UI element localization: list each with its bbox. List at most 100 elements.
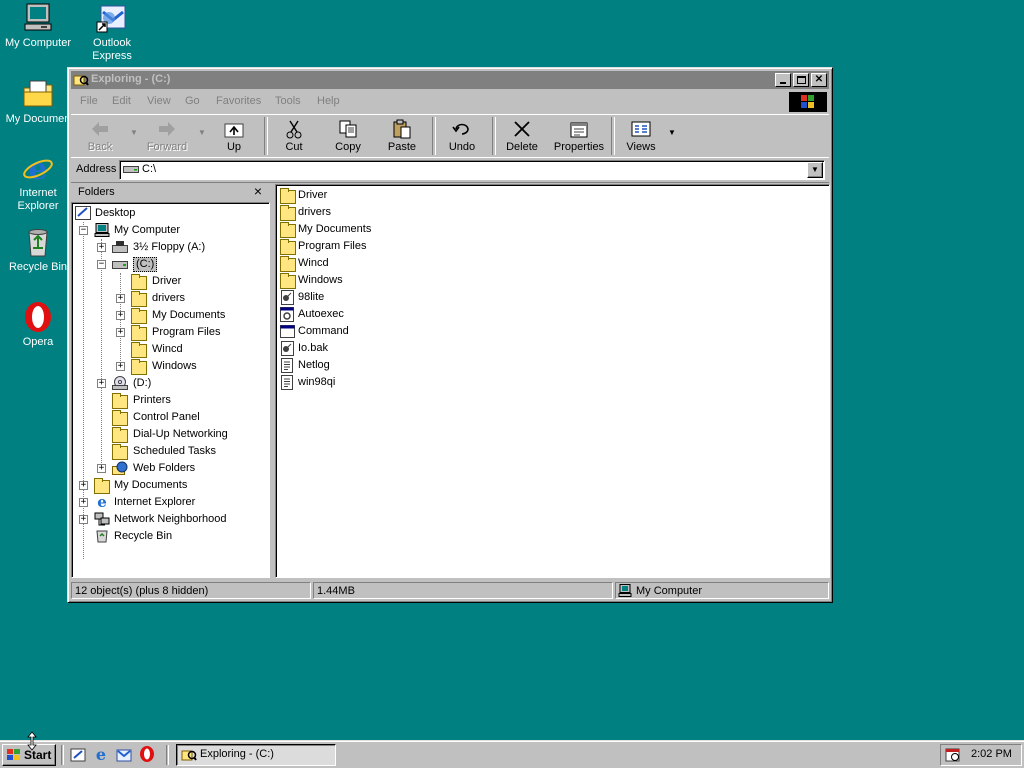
- folders-pane-close-button[interactable]: ×: [254, 183, 262, 199]
- opera-icon[interactable]: [139, 746, 155, 762]
- desktop-icon-internet-explorer[interactable]: e Internet Explorer: [0, 152, 76, 213]
- delete-button[interactable]: Delete: [495, 117, 549, 155]
- copy-button[interactable]: Copy: [321, 117, 375, 155]
- folder-icon: [131, 359, 147, 375]
- menu-favorites[interactable]: Favorites: [216, 95, 261, 107]
- views-dropdown-icon[interactable]: ▼: [668, 128, 676, 137]
- desktop-icon-label-line2: Explorer: [17, 200, 59, 212]
- properties-icon: [568, 119, 590, 139]
- status-bar: 12 object(s) (plus 8 hidden) 1.44MB My C…: [71, 581, 829, 599]
- back-label: Back: [87, 141, 113, 153]
- status-location: My Computer: [615, 582, 829, 599]
- tree-label: Control Panel: [133, 411, 200, 423]
- up-label: Up: [226, 141, 242, 153]
- back-dropdown-icon[interactable]: ▼: [130, 128, 138, 137]
- file-name: My Documents: [298, 223, 372, 235]
- tree-label: My Documents: [114, 479, 188, 491]
- windows-logo-icon: [6, 748, 22, 762]
- outlook-express-icon[interactable]: [116, 747, 132, 763]
- delete-x-icon: [511, 119, 533, 139]
- internet-explorer-icon[interactable]: e: [93, 745, 109, 764]
- desktop-icon-outlook-express[interactable]: Outlook Express: [74, 2, 150, 63]
- svg-text:e: e: [28, 152, 47, 184]
- menu-view[interactable]: View: [147, 95, 171, 107]
- taskbar-separator: [61, 745, 64, 765]
- folder-icon: [280, 239, 296, 255]
- close-button[interactable]: ✕: [811, 73, 827, 87]
- recycle-bin-icon: [21, 226, 55, 258]
- up-button[interactable]: Up: [207, 117, 261, 155]
- tree-expand-icon[interactable]: +: [79, 515, 88, 524]
- text-document-icon: [281, 375, 297, 390]
- tree-expand-icon[interactable]: +: [79, 498, 88, 507]
- menu-file[interactable]: File: [80, 95, 98, 107]
- tree-expand-icon[interactable]: +: [116, 311, 125, 320]
- taskbar: Start e Exploring - (C:) 2:02 PM: [0, 740, 1024, 768]
- clock[interactable]: 2:02 PM: [971, 748, 1012, 760]
- batch-file-icon: [281, 341, 297, 356]
- tree-expand-icon[interactable]: +: [97, 379, 106, 388]
- network-neighborhood-icon: [94, 512, 110, 526]
- cut-button[interactable]: Cut: [267, 117, 321, 155]
- undo-button[interactable]: Undo: [435, 117, 489, 155]
- task-button-exploring[interactable]: Exploring - (C:): [176, 744, 336, 766]
- maximize-icon: [797, 76, 806, 84]
- menu-help[interactable]: Help: [317, 95, 340, 107]
- folders-tree[interactable]: Desktop − My Computer + 3½ Floppy (A:) −…: [71, 202, 270, 578]
- tree-collapse-icon[interactable]: −: [79, 226, 88, 235]
- recycle-bin-icon: [94, 528, 110, 543]
- windows-logo-icon: [789, 92, 827, 112]
- desktop-icon-recycle-bin[interactable]: Recycle Bin: [0, 226, 76, 274]
- minimize-button[interactable]: [775, 73, 791, 87]
- tree-label: 3½ Floppy (A:): [133, 241, 206, 253]
- undo-icon: [451, 119, 473, 139]
- show-desktop-icon[interactable]: [70, 747, 86, 763]
- file-list[interactable]: Driver drivers My Documents Program File…: [275, 184, 830, 578]
- address-combobox[interactable]: C:\ ▼: [119, 160, 825, 180]
- undo-label: Undo: [448, 141, 476, 153]
- outlook-express-icon: [95, 2, 129, 34]
- tree-expand-icon[interactable]: +: [97, 464, 106, 473]
- maximize-button[interactable]: [793, 73, 809, 87]
- desktop-icon-label-line1: Internet: [19, 187, 57, 199]
- tree-expand-icon[interactable]: +: [116, 362, 125, 371]
- menu-go[interactable]: Go: [185, 95, 200, 107]
- tree-expand-icon[interactable]: +: [79, 481, 88, 490]
- scheduled-tasks-icon: [112, 444, 128, 460]
- menu-edit[interactable]: Edit: [112, 95, 131, 107]
- folders-pane-title: Folders: [78, 186, 115, 198]
- folder-icon: [131, 342, 147, 358]
- address-dropdown-button[interactable]: ▼: [807, 162, 823, 178]
- file-name: win98qi: [298, 376, 336, 388]
- tree-collapse-icon[interactable]: −: [97, 260, 106, 269]
- tree-expand-icon[interactable]: +: [97, 243, 106, 252]
- paste-button[interactable]: Paste: [375, 117, 429, 155]
- address-value[interactable]: C:\: [142, 163, 156, 175]
- copy-icon: [337, 119, 359, 139]
- views-button[interactable]: Views: [614, 117, 668, 155]
- back-button[interactable]: Back: [73, 117, 127, 155]
- dial-up-networking-icon: [112, 427, 128, 443]
- address-label: Address: [76, 163, 117, 175]
- standard-toolbar: Back ▼ Forward ▼ Up Cut Copy Paste Undo: [71, 114, 829, 158]
- hard-drive-icon: [112, 259, 128, 273]
- folder-icon: [280, 205, 296, 221]
- forward-dropdown-icon[interactable]: ▼: [198, 128, 206, 137]
- forward-button[interactable]: Forward: [140, 117, 194, 155]
- text-document-icon: [281, 358, 297, 373]
- tree-label: Internet Explorer: [114, 496, 196, 508]
- menu-tools[interactable]: Tools: [275, 95, 301, 107]
- title-bar[interactable]: Exploring - (C:) ✕: [71, 71, 829, 89]
- task-scheduler-tray-icon[interactable]: [945, 747, 961, 763]
- tree-label: Dial-Up Networking: [133, 428, 228, 440]
- desktop-icon-my-computer[interactable]: My Computer: [0, 2, 76, 50]
- my-computer-icon: [618, 584, 632, 597]
- tree-expand-icon[interactable]: +: [116, 294, 125, 303]
- file-name: 98lite: [298, 291, 325, 303]
- desktop-icon-my-documents[interactable]: My Documen: [0, 78, 76, 126]
- quick-launch-bar: e: [66, 745, 162, 764]
- tree-expand-icon[interactable]: +: [116, 328, 125, 337]
- file-name: Command: [298, 325, 349, 337]
- properties-button[interactable]: Properties: [549, 117, 609, 155]
- desktop-icon-opera[interactable]: Opera: [0, 301, 76, 349]
